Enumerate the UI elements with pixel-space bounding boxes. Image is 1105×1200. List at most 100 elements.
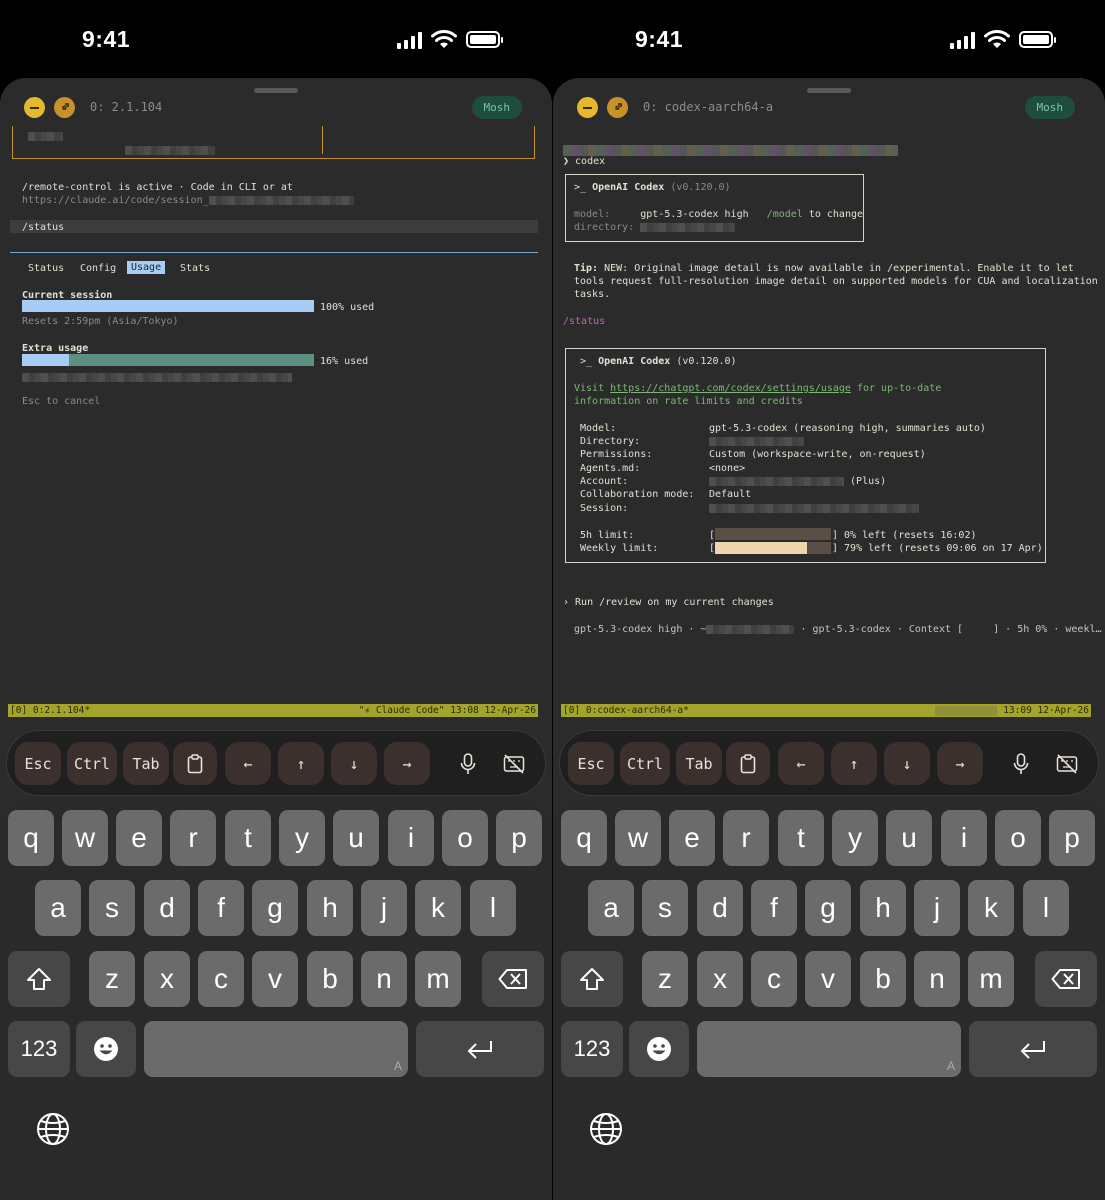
key-c[interactable]: c [751,951,797,1007]
key-p[interactable]: p [1049,810,1095,866]
paste-button[interactable] [726,742,770,785]
space-bar[interactable]: A [697,1021,961,1077]
key-a[interactable]: a [588,880,634,936]
tab-usage[interactable]: Usage [127,261,166,274]
key-c[interactable]: c [198,951,244,1007]
key-v[interactable]: v [252,951,298,1007]
key-r[interactable]: r [170,810,216,866]
key-t[interactable]: t [778,810,824,866]
shift-key[interactable] [8,951,70,1007]
ctrl-key[interactable]: Ctrl [620,742,670,785]
numbers-key[interactable]: 123 [8,1021,70,1077]
emoji-key[interactable] [629,1021,689,1077]
key-l[interactable]: l [1023,880,1069,936]
esc-key[interactable]: Esc [568,742,614,785]
key-t[interactable]: t [225,810,271,866]
key-f[interactable]: f [198,880,244,936]
key-n[interactable]: n [361,951,407,1007]
key-k[interactable]: k [415,880,461,936]
dictation-button[interactable] [445,742,491,785]
key-q[interactable]: q [8,810,54,866]
minimize-button[interactable] [24,97,45,118]
key-x[interactable]: x [697,951,743,1007]
space-bar[interactable]: A [144,1021,408,1077]
backspace-key[interactable] [482,951,544,1007]
key-s[interactable]: s [89,880,135,936]
key-b[interactable]: b [307,951,353,1007]
shift-key[interactable] [561,951,623,1007]
arrow-down-key[interactable]: ↓ [884,742,930,785]
key-h[interactable]: h [307,880,353,936]
key-e[interactable]: e [669,810,715,866]
key-b[interactable]: b [860,951,906,1007]
paste-button[interactable] [173,742,217,785]
key-z[interactable]: z [89,951,135,1007]
key-q[interactable]: q [561,810,607,866]
key-j[interactable]: j [361,880,407,936]
backspace-key[interactable] [1035,951,1097,1007]
key-k[interactable]: k [968,880,1014,936]
key-r[interactable]: r [723,810,769,866]
sheet-grabber[interactable] [807,88,851,93]
key-f[interactable]: f [751,880,797,936]
tab-status[interactable]: Status [28,262,64,275]
arrow-right-key[interactable]: → [937,742,983,785]
expand-button[interactable]: ⇕ [607,97,628,118]
numbers-key[interactable]: 123 [561,1021,623,1077]
key-o[interactable]: o [995,810,1041,866]
dictation-button[interactable] [998,742,1044,785]
arrow-up-key[interactable]: ↑ [278,742,324,785]
key-p[interactable]: p [496,810,542,866]
expand-button[interactable]: ⇕ [54,97,75,118]
key-h[interactable]: h [860,880,906,936]
keyboard-language-button[interactable] [589,1112,623,1151]
tab-key[interactable]: Tab [123,742,169,785]
transport-badge[interactable]: Mosh [1024,96,1075,119]
key-x[interactable]: x [144,951,190,1007]
key-d[interactable]: d [144,880,190,936]
key-g[interactable]: g [805,880,851,936]
key-z[interactable]: z [642,951,688,1007]
transport-badge[interactable]: Mosh [471,96,522,119]
sheet-grabber[interactable] [254,88,298,93]
key-l[interactable]: l [470,880,516,936]
key-m[interactable]: m [968,951,1014,1007]
key-w[interactable]: w [62,810,108,866]
minimize-button[interactable] [577,97,598,118]
tab-key[interactable]: Tab [676,742,722,785]
key-o[interactable]: o [442,810,488,866]
key-n[interactable]: n [914,951,960,1007]
key-u[interactable]: u [333,810,379,866]
key-m[interactable]: m [415,951,461,1007]
key-w[interactable]: w [615,810,661,866]
key-g[interactable]: g [252,880,298,936]
tab-config[interactable]: Config [80,262,116,275]
suggestion-line[interactable]: › Run /review on my current changes [563,596,774,609]
key-a[interactable]: a [35,880,81,936]
arrow-left-key[interactable]: ← [778,742,824,785]
arrow-left-key[interactable]: ← [225,742,271,785]
keyboard-language-button[interactable] [36,1112,70,1151]
key-u[interactable]: u [886,810,932,866]
arrow-down-key[interactable]: ↓ [331,742,377,785]
key-e[interactable]: e [116,810,162,866]
hide-keyboard-button[interactable] [491,742,537,785]
arrow-right-key[interactable]: → [384,742,430,785]
hide-keyboard-button[interactable] [1044,742,1090,785]
tab-stats[interactable]: Stats [180,262,210,275]
key-y[interactable]: y [279,810,325,866]
key-d[interactable]: d [697,880,743,936]
key-i[interactable]: i [941,810,987,866]
usage-settings-link[interactable]: https://chatgpt.com/codex/settings/usage [610,383,851,394]
arrow-up-key[interactable]: ↑ [831,742,877,785]
key-v[interactable]: v [805,951,851,1007]
key-y[interactable]: y [832,810,878,866]
key-j[interactable]: j [914,880,960,936]
ctrl-key[interactable]: Ctrl [67,742,117,785]
return-key[interactable] [969,1021,1097,1077]
esc-key[interactable]: Esc [15,742,61,785]
return-key[interactable] [416,1021,544,1077]
key-i[interactable]: i [388,810,434,866]
key-s[interactable]: s [642,880,688,936]
emoji-key[interactable] [76,1021,136,1077]
